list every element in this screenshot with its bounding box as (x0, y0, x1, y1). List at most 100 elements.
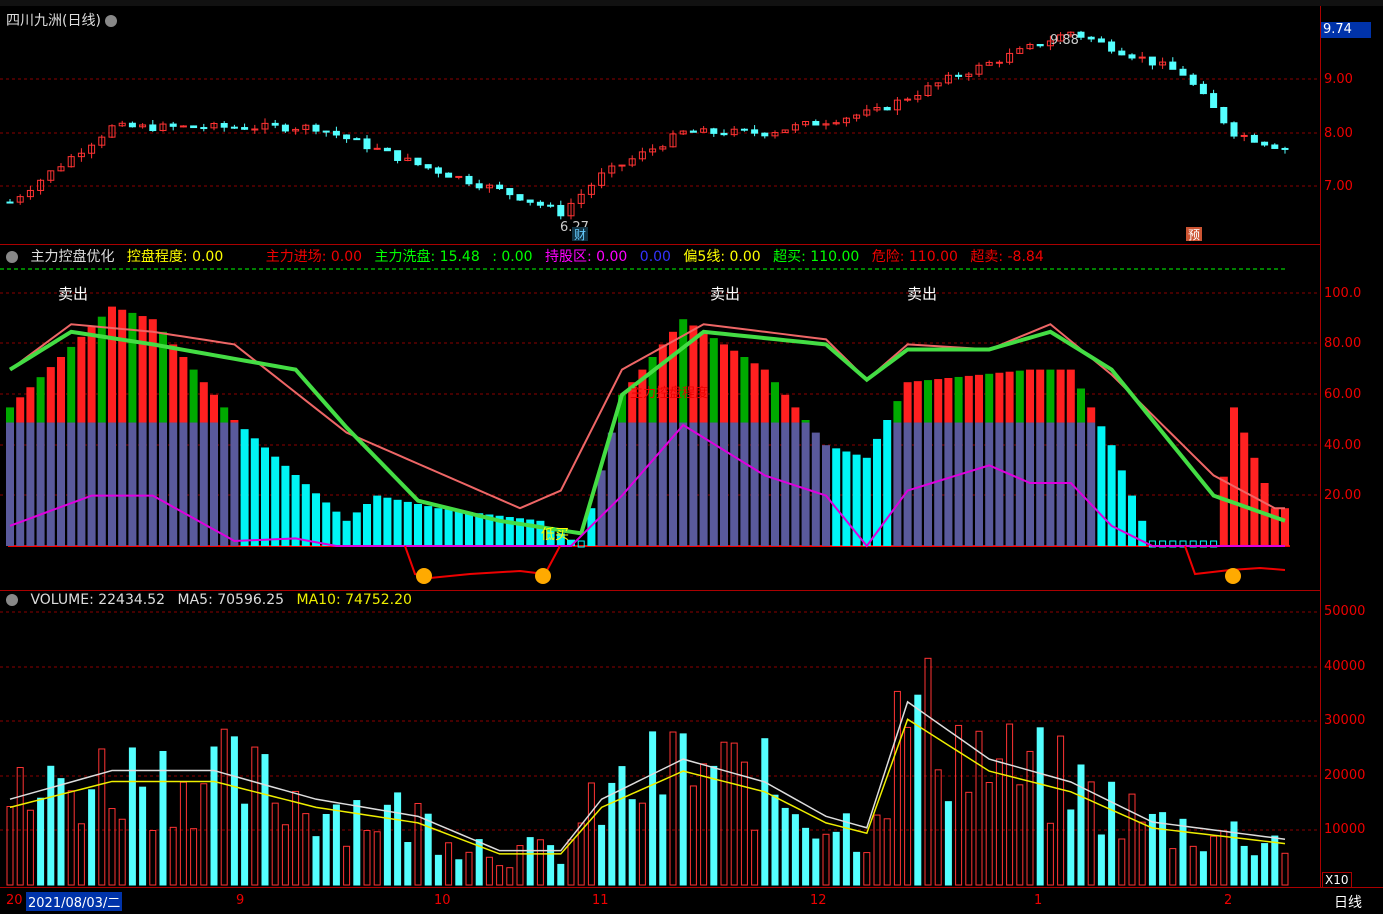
volume-bar (700, 763, 708, 886)
volume-bar (26, 809, 34, 886)
volume-bar (1169, 848, 1177, 886)
candle-body (424, 164, 432, 169)
bar (995, 372, 1004, 423)
candle-body (710, 128, 718, 134)
candle-body (1220, 107, 1228, 124)
bar (189, 422, 198, 546)
cai-tag: 财 (574, 228, 586, 242)
bar (159, 422, 167, 546)
indicator-panel[interactable]: 卖出 卖出 卖出 低买 主力控盘程度 主力控盘优化 控盘程度: 0.00 主力进… (0, 244, 1320, 591)
volume-bar (761, 738, 769, 886)
volume-bar (373, 831, 381, 886)
bar (46, 422, 55, 546)
bar (801, 422, 810, 546)
bar (1128, 495, 1136, 546)
candle-body (353, 138, 361, 141)
volume-bar (251, 746, 259, 886)
candle-body (445, 172, 453, 178)
volume-bar (230, 736, 238, 886)
volume-bar (118, 818, 126, 886)
period-button[interactable]: 日线 (1334, 892, 1362, 912)
volume-bar (485, 856, 493, 886)
price-panel[interactable]: 四川九洲(日线) 9.88 6.27 财 预 (0, 6, 1320, 245)
bar (771, 382, 779, 423)
volume-bar (67, 790, 75, 886)
bar (679, 422, 688, 546)
bar (57, 357, 65, 423)
volume-bar (598, 824, 606, 886)
bar (118, 422, 127, 546)
candle-body (557, 204, 565, 217)
volume-bar (638, 802, 646, 886)
candle-body (128, 122, 136, 128)
bar (638, 422, 647, 546)
volume-bar (281, 824, 289, 886)
candle-body (373, 147, 381, 150)
bar (597, 470, 606, 546)
bar (240, 429, 249, 546)
volume-bar (1108, 781, 1116, 886)
volume-bar (679, 733, 687, 886)
volume-bar (689, 785, 697, 886)
volume-bar (332, 804, 340, 886)
bar (271, 456, 280, 546)
bar (944, 378, 953, 423)
bar (618, 422, 626, 546)
volume-bar (955, 724, 963, 886)
bar (118, 309, 127, 423)
bar (128, 422, 137, 546)
candle-body (516, 194, 524, 201)
volume-bar (445, 842, 453, 886)
bar (108, 422, 116, 546)
bar (699, 422, 708, 546)
candle-body (1210, 93, 1218, 109)
volume-bar (1148, 813, 1156, 886)
volume-bar (1271, 835, 1279, 886)
bar (760, 369, 769, 423)
volume-bar (1128, 793, 1136, 886)
volume-bar (200, 783, 208, 886)
volume-bar (292, 790, 300, 886)
volume-bar (363, 830, 371, 886)
bar (750, 363, 759, 423)
candle-body (475, 183, 483, 189)
chevron-down-icon[interactable] (6, 594, 18, 606)
bar (740, 422, 749, 546)
mid-overlay-text: 主力控盘程度 (630, 385, 708, 401)
y-tick: 7.00 (1324, 179, 1353, 194)
candle-body (1169, 61, 1177, 70)
bar (842, 451, 851, 546)
volume-panel[interactable]: VOLUME: 22434.52 MA5: 70596.25 MA10: 747… (0, 590, 1320, 888)
bar (383, 497, 392, 546)
volume-bar (271, 802, 279, 886)
y-tick: 9.00 (1324, 72, 1353, 87)
yu-tag: 预 (1188, 228, 1200, 242)
candle-body (465, 175, 473, 185)
bar (995, 422, 1004, 546)
volume-bar (771, 794, 779, 886)
bar (1270, 508, 1279, 546)
volume-bar (169, 826, 177, 886)
candle-body (1281, 147, 1289, 150)
volume-bar (190, 828, 198, 886)
y-tick: 8.00 (1324, 126, 1353, 141)
volume-bar (883, 818, 891, 886)
volume-bar (434, 854, 442, 886)
y-tick: 60.00 (1324, 387, 1362, 402)
bar (934, 422, 943, 546)
volume-bar (547, 845, 555, 886)
bar (414, 504, 422, 546)
bar (6, 422, 14, 546)
volume-bar (842, 813, 850, 886)
volume-bar (88, 789, 96, 886)
volume-bar (1210, 835, 1218, 886)
bar (77, 336, 86, 423)
volume-bar (1118, 838, 1126, 886)
volume-bar (496, 865, 504, 886)
candle-body (455, 175, 463, 178)
bar (1005, 371, 1014, 423)
y-tick: 40000 (1324, 659, 1366, 674)
volume-bar (853, 851, 861, 886)
chevron-down-icon[interactable] (6, 251, 18, 263)
candle-body (1199, 83, 1207, 95)
